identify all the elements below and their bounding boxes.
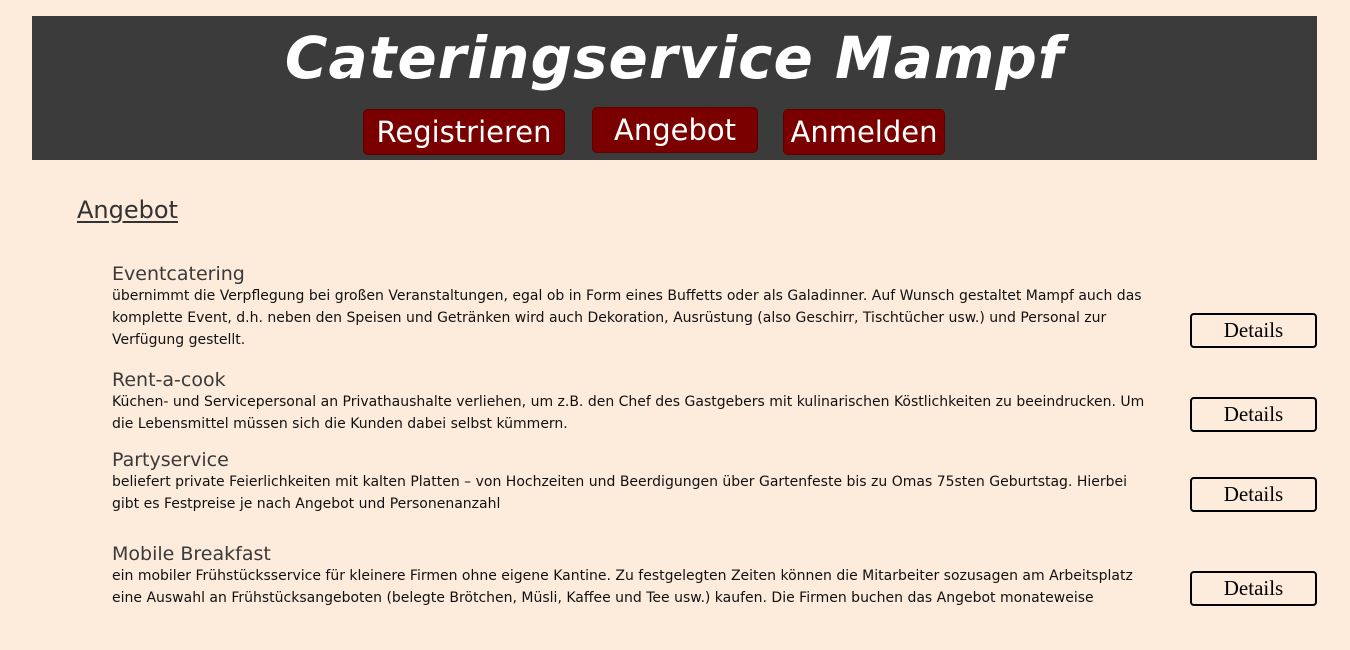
offer-mobile-breakfast: Mobile Breakfast ein mobiler Frühstückss… xyxy=(112,543,1157,609)
offer-title: Rent-a-cook xyxy=(112,369,226,391)
offer-description: ein mobiler Frühstücksservice für kleine… xyxy=(112,568,1133,606)
nav-register-button[interactable]: Registrieren xyxy=(364,110,564,154)
details-button-eventcatering[interactable]: Details xyxy=(1190,313,1317,348)
offer-description: beliefert private Feierlichkeiten mit ka… xyxy=(112,474,1128,512)
offer-description: Küchen- und Servicepersonal an Privathau… xyxy=(112,394,1145,432)
offer-description: übernimmt die Verpflegung bei großen Ver… xyxy=(112,288,1142,348)
offer-title: Mobile Breakfast xyxy=(112,543,271,565)
nav-offer-button[interactable]: Angebot xyxy=(593,108,757,152)
details-button-partyservice[interactable]: Details xyxy=(1190,477,1317,512)
nav-login-button[interactable]: Anmelden xyxy=(784,110,944,154)
offer-partyservice: Partyservice beliefert private Feierlich… xyxy=(112,449,1157,515)
site-title: Cateringservice Mampf xyxy=(284,24,1065,92)
site-header: Cateringservice Mampf Registrieren Angeb… xyxy=(32,16,1317,160)
offer-title: Eventcatering xyxy=(112,263,245,285)
offer-rent-a-cook: Rent-a-cook Küchen- und Servicepersonal … xyxy=(112,369,1157,435)
offer-eventcatering: Eventcatering übernimmt die Verpflegung … xyxy=(112,263,1157,351)
page-title: Angebot xyxy=(77,196,178,224)
details-button-rent-a-cook[interactable]: Details xyxy=(1190,397,1317,432)
offer-title: Partyservice xyxy=(112,449,229,471)
details-button-mobile-breakfast[interactable]: Details xyxy=(1190,571,1317,606)
